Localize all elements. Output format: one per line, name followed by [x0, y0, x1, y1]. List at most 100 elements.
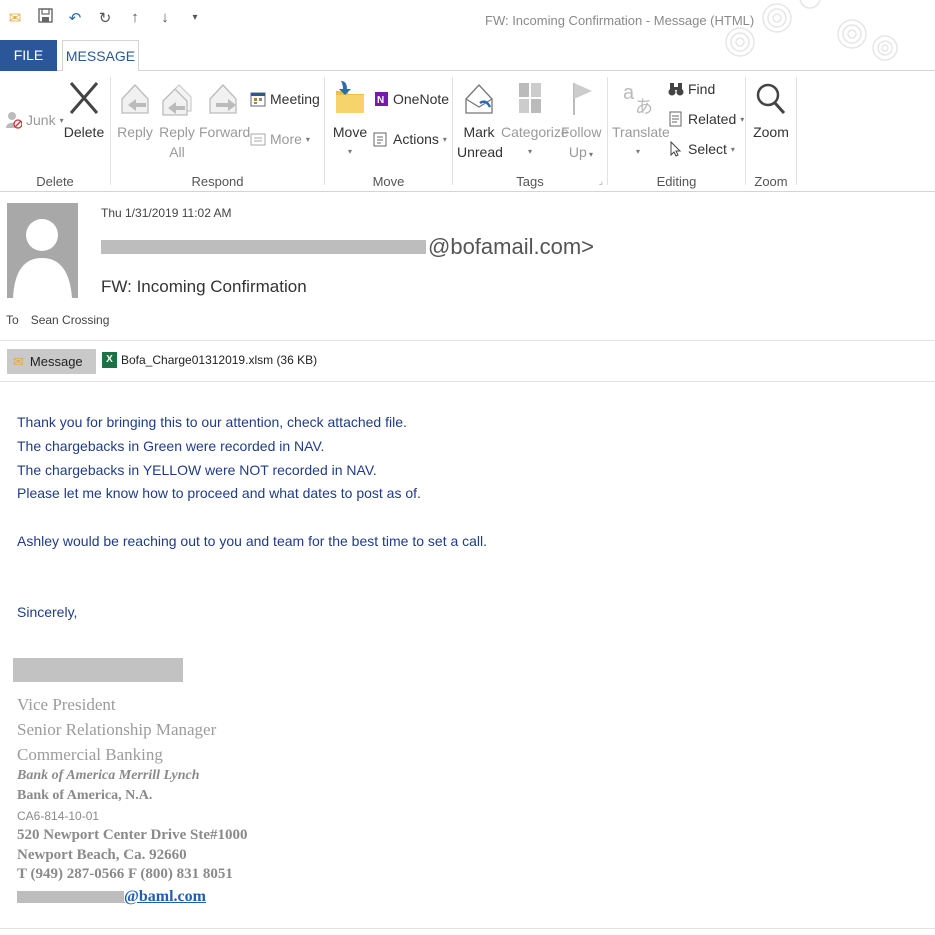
binoculars-icon: [668, 81, 684, 97]
signature-company: Bank of America, N.A.: [17, 788, 152, 804]
forward-button[interactable]: Forward: [199, 79, 247, 142]
meeting-button[interactable]: Meeting: [250, 91, 320, 107]
group-label-editing: Editing: [608, 174, 745, 189]
chevron-down-icon: ▾: [501, 142, 559, 162]
calendar-icon: [250, 91, 266, 107]
signature-title: Senior Relationship Manager: [17, 720, 216, 740]
more-respond-button[interactable]: More ▾: [250, 131, 310, 147]
delete-label: Delete: [62, 122, 106, 142]
reply-label: Reply: [117, 122, 153, 142]
follow-up-label-1: Follow: [561, 122, 601, 142]
mark-unread-label-2: Unread: [457, 142, 501, 162]
reply-icon: [118, 79, 152, 117]
save-icon[interactable]: [36, 8, 54, 27]
attachment-file-name: Bofa_Charge01312019.xlsm (36 KB): [121, 353, 317, 367]
categorize-label: Categorize: [501, 122, 559, 142]
tab-message[interactable]: MESSAGE: [62, 40, 139, 72]
group-label-zoom: Zoom: [746, 174, 796, 189]
customize-toolbar-icon[interactable]: ▾: [186, 12, 204, 23]
svg-text:a: a: [623, 82, 635, 104]
body-line: Thank you for bringing this to our atten…: [17, 414, 407, 430]
reply-all-icon: [159, 79, 195, 117]
body-line: The chargebacks in Green were recorded i…: [17, 438, 324, 454]
categorize-icon: [513, 79, 547, 117]
divider: [0, 381, 935, 382]
reply-all-button[interactable]: Reply All: [157, 79, 197, 162]
chevron-down-icon: ▾: [331, 142, 369, 162]
reply-all-label-2: All: [157, 142, 197, 162]
junk-button[interactable]: Junk ▾: [6, 111, 64, 129]
tab-file[interactable]: FILE: [0, 40, 57, 71]
forward-label: Forward: [199, 122, 247, 142]
group-tags: Mark Unread Categorize ▾ Follow Up ▾ Tag…: [453, 71, 607, 192]
ribbon-tabs: FILE MESSAGE: [0, 40, 935, 71]
group-label-respond: Respond: [111, 174, 324, 189]
translate-label: Translate: [612, 122, 664, 142]
chevron-down-icon: ▾: [740, 115, 744, 124]
flag-icon: [564, 79, 598, 117]
find-button[interactable]: Find: [668, 81, 715, 97]
related-button[interactable]: Related ▾: [668, 111, 744, 127]
signature-email-link[interactable]: @baml.com: [17, 888, 206, 906]
sender[interactable]: @bofamail.com>: [101, 234, 594, 260]
select-button[interactable]: Select ▾: [668, 141, 735, 157]
group-divider: [796, 77, 797, 185]
avatar: [7, 203, 78, 298]
categorize-button[interactable]: Categorize ▾: [501, 79, 559, 162]
more-label: More: [270, 131, 302, 147]
delete-button[interactable]: Delete: [62, 79, 106, 142]
signature-email-suffix: @baml.com: [124, 888, 206, 906]
onenote-label: OneNote: [393, 91, 449, 107]
body-line: Ashley would be reaching out to you and …: [17, 533, 487, 549]
move-label: Move: [331, 122, 369, 142]
find-label: Find: [688, 81, 715, 97]
to-recipient[interactable]: Sean Crossing: [31, 313, 110, 327]
follow-up-label-2: Up: [569, 144, 587, 160]
group-respond: Reply Reply All Forward Meeting More ▾ R…: [111, 71, 324, 192]
related-icon: [668, 111, 684, 127]
translate-button[interactable]: aあ Translate ▾: [612, 79, 664, 162]
chevron-down-icon: ▾: [731, 145, 735, 154]
cursor-icon: [668, 141, 684, 157]
related-label: Related: [688, 111, 736, 127]
follow-up-button[interactable]: Follow Up ▾: [561, 79, 601, 165]
mark-unread-icon: [462, 79, 496, 117]
to-label: To: [6, 313, 19, 327]
reply-button[interactable]: Reply: [117, 79, 153, 142]
junk-icon: [6, 111, 22, 129]
onenote-button[interactable]: N OneNote: [373, 91, 449, 107]
body-line: Please let me know how to proceed and wh…: [17, 485, 421, 501]
signature-address: Newport Beach, Ca. 92660: [17, 847, 187, 864]
signature-title: Commercial Banking: [17, 745, 163, 765]
window-title: FW: Incoming Confirmation - Message (HTM…: [485, 13, 754, 28]
group-move: Move ▾ N OneNote Actions ▾ Move: [325, 71, 452, 192]
sent-date: Thu 1/31/2019 11:02 AM: [101, 206, 232, 220]
meeting-label: Meeting: [270, 91, 320, 107]
excel-icon: X: [102, 352, 117, 368]
signature-address: 520 Newport Center Drive Ste#1000: [17, 827, 248, 844]
zoom-button[interactable]: Zoom: [750, 79, 792, 142]
select-label: Select: [688, 141, 727, 157]
next-item-icon[interactable]: ↓: [156, 9, 174, 26]
envelope-icon: ✉: [6, 9, 24, 27]
move-folder-icon: [333, 77, 367, 117]
attachment-file[interactable]: X Bofa_Charge01312019.xlsm (36 KB): [102, 352, 317, 368]
zoom-label: Zoom: [750, 122, 792, 142]
actions-button[interactable]: Actions ▾: [373, 131, 447, 147]
mark-unread-button[interactable]: Mark Unread: [457, 79, 501, 162]
junk-label: Junk: [26, 112, 56, 128]
divider: [0, 340, 935, 341]
move-button[interactable]: Move ▾: [331, 77, 369, 162]
redo-icon[interactable]: ↻: [96, 9, 114, 27]
dialog-launcher-icon[interactable]: ⌟: [599, 176, 603, 187]
previous-item-icon[interactable]: ↑: [126, 9, 144, 26]
group-label-delete: Delete: [0, 174, 110, 189]
svg-text:N: N: [377, 95, 384, 106]
undo-icon[interactable]: ↶: [66, 9, 84, 27]
message-tab-button[interactable]: ✉ Message: [7, 349, 96, 374]
more-icon: [250, 131, 266, 147]
chevron-down-icon: ▾: [306, 135, 310, 144]
signature-title: Vice President: [17, 695, 116, 715]
chevron-down-icon: ▾: [612, 142, 664, 162]
mark-unread-label-1: Mark: [457, 122, 501, 142]
